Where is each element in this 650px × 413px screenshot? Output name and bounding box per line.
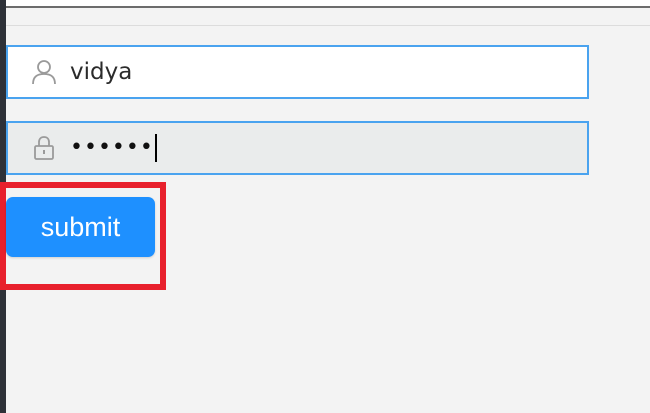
divider — [6, 25, 650, 26]
text-caret — [154, 134, 157, 162]
user-icon — [31, 59, 57, 85]
username-field[interactable]: vidya — [6, 45, 589, 99]
username-value: vidya — [70, 58, 133, 85]
password-field[interactable]: •••••• — [6, 121, 589, 175]
password-value: •••••• — [70, 135, 154, 160]
top-bar — [6, 0, 650, 8]
lock-icon — [31, 135, 57, 161]
submit-button[interactable]: submit — [6, 197, 155, 257]
